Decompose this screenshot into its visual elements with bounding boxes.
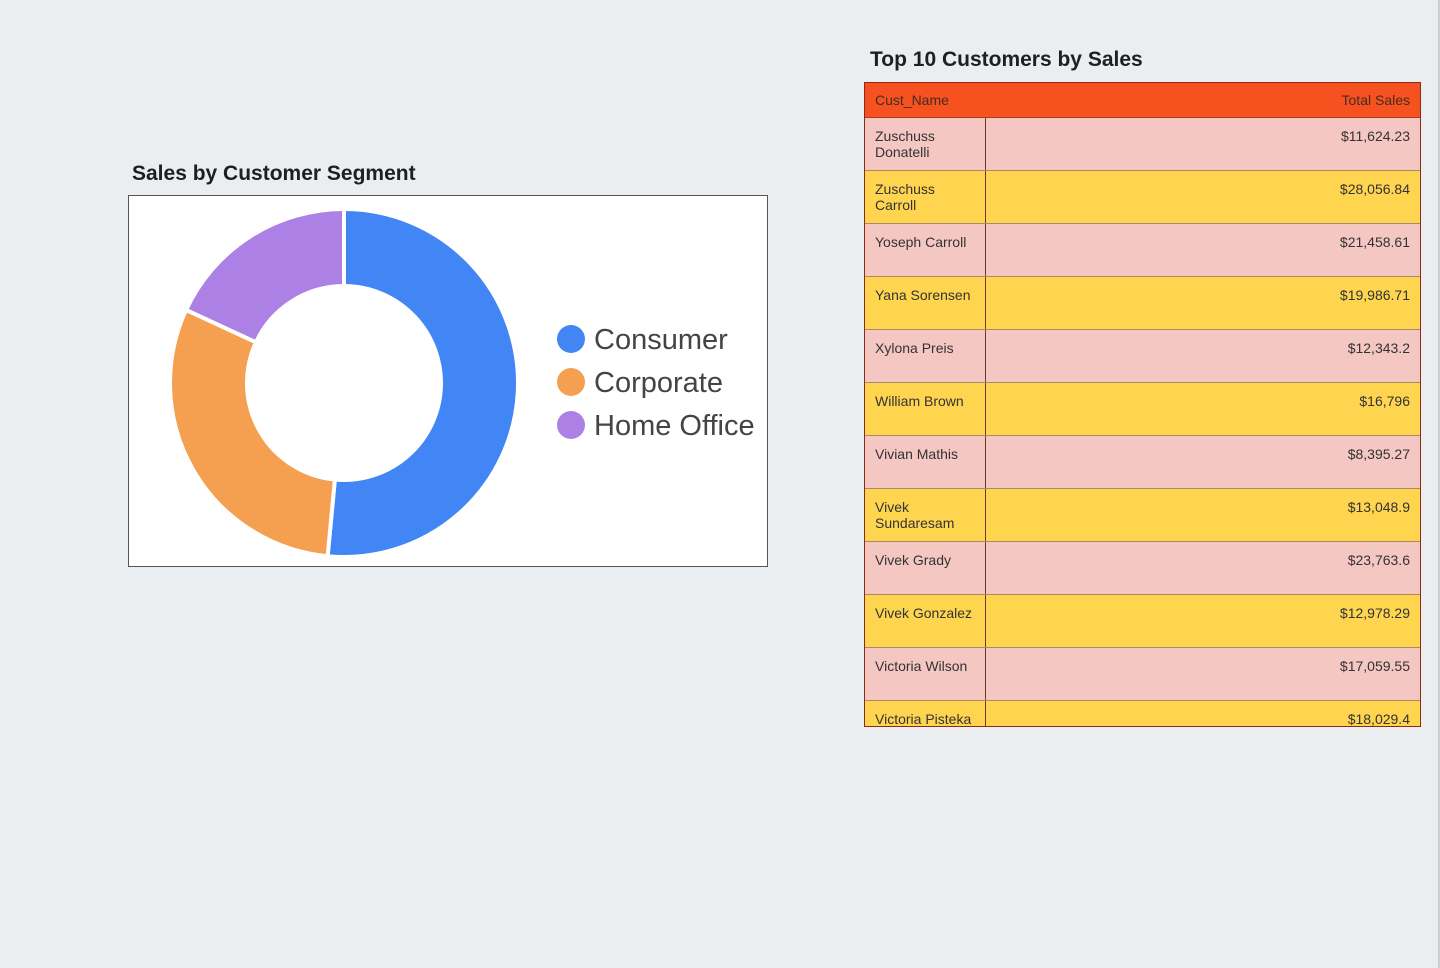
column-header-total-sales[interactable]: Total Sales	[985, 83, 1420, 118]
cell-cust-name: Xylona Preis	[865, 329, 986, 383]
cell-cust-name: Vivian Mathis	[865, 435, 986, 489]
donut-chart-panel: Consumer Corporate Home Office	[128, 195, 768, 567]
legend-swatch	[557, 325, 585, 353]
cell-total-sales: $16,796	[985, 382, 1420, 436]
cell-cust-name: Zuschuss Donatelli	[865, 117, 986, 171]
chart-title: Sales by Customer Segment	[132, 162, 416, 185]
table-row: Vivek Grady $23,763.6	[865, 541, 1420, 595]
customers-table-panel: Cust_Name Total Sales Zuschuss Donatelli…	[864, 82, 1421, 727]
cell-total-sales: $13,048.9	[985, 488, 1420, 542]
donut-chart: Consumer Corporate Home Office	[168, 206, 755, 559]
table-row: Xylona Preis $12,343.2	[865, 329, 1420, 383]
table-header-row: Cust_Name Total Sales	[865, 83, 1420, 118]
table-row: Victoria Wilson $17,059.55	[865, 647, 1420, 701]
legend-label[interactable]: Consumer	[594, 324, 728, 356]
legend-swatch	[557, 368, 585, 396]
column-header-cust-name[interactable]: Cust_Name	[865, 83, 985, 118]
table-row: Vivian Mathis $8,395.27	[865, 435, 1420, 489]
cell-cust-name: Victoria Wilson	[865, 647, 986, 701]
cell-total-sales: $18,029.4	[985, 700, 1420, 726]
legend-swatch	[557, 411, 585, 439]
donut-slice-home-office[interactable]	[183, 206, 346, 345]
cell-total-sales: $21,458.61	[985, 223, 1420, 277]
cell-total-sales: $12,343.2	[985, 329, 1420, 383]
cell-cust-name: William Brown	[865, 382, 986, 436]
table-row: Yoseph Carroll $21,458.61	[865, 223, 1420, 277]
cell-cust-name: Vivek Grady	[865, 541, 986, 595]
cell-cust-name: Vivek Gonzalez	[865, 594, 986, 648]
cell-cust-name: Vivek Sundaresam	[865, 488, 986, 542]
cell-total-sales: $19,986.71	[985, 276, 1420, 330]
table-row: Vivek Gonzalez $12,978.29	[865, 594, 1420, 648]
customers-table: Cust_Name Total Sales Zuschuss Donatelli…	[865, 83, 1420, 726]
cell-cust-name: Victoria Pisteka	[865, 700, 986, 726]
cell-cust-name: Yoseph Carroll	[865, 223, 986, 277]
cell-total-sales: $23,763.6	[985, 541, 1420, 595]
cell-total-sales: $8,395.27	[985, 435, 1420, 489]
legend-label[interactable]: Home Office	[594, 410, 755, 442]
table-row: William Brown $16,796	[865, 382, 1420, 436]
table-row: Vivek Sundaresam $13,048.9	[865, 488, 1420, 542]
cell-total-sales: $12,978.29	[985, 594, 1420, 648]
table-row: Yana Sorensen $19,986.71	[865, 276, 1420, 330]
table-row: Zuschuss Carroll $28,056.84	[865, 170, 1420, 224]
donut-slice-corporate[interactable]	[168, 307, 338, 559]
table-row: Victoria Pisteka $18,029.4	[865, 700, 1420, 726]
cell-cust-name: Yana Sorensen	[865, 276, 986, 330]
cell-cust-name: Zuschuss Carroll	[865, 170, 986, 224]
legend-label[interactable]: Corporate	[594, 367, 723, 399]
table-title: Top 10 Customers by Sales	[870, 48, 1143, 71]
cell-total-sales: $28,056.84	[985, 170, 1420, 224]
cell-total-sales: $17,059.55	[985, 647, 1420, 701]
cell-total-sales: $11,624.23	[985, 117, 1420, 171]
table-row: Zuschuss Donatelli $11,624.23	[865, 117, 1420, 171]
donut-slice-consumer[interactable]	[325, 206, 520, 559]
